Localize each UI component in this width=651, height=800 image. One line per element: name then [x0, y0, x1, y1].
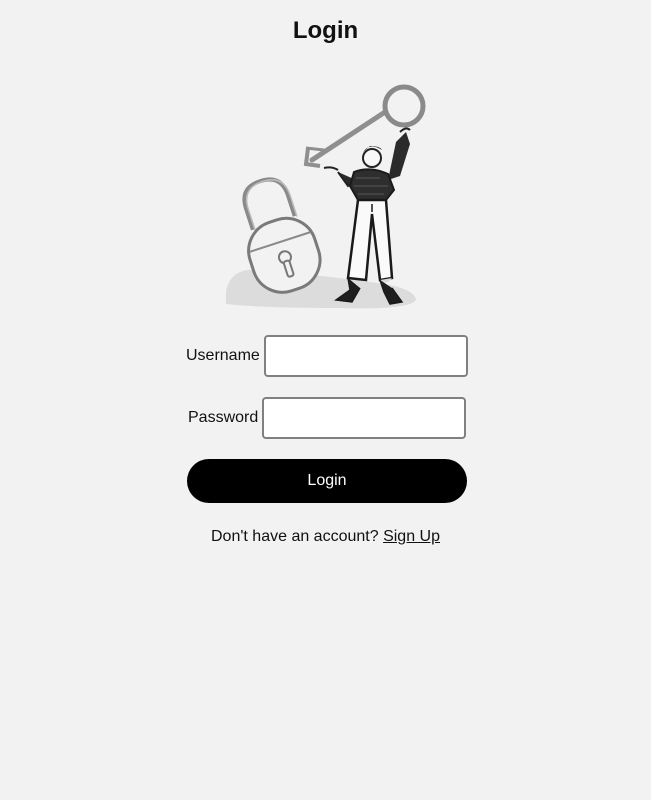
username-row: Username [186, 335, 468, 377]
page-title: Login [292, 17, 359, 44]
password-row: Password [188, 397, 467, 439]
person-figure [323, 127, 411, 305]
username-input[interactable] [263, 335, 468, 377]
signup-prompt-line: Don't have an account? Sign Up [0, 527, 651, 547]
login-illustration-icon [226, 84, 426, 309]
login-page: Login Username Password Login Don't have… [0, 0, 651, 800]
password-label: Password [188, 409, 259, 426]
password-input[interactable] [262, 397, 467, 439]
username-label: Username [186, 347, 260, 364]
signup-prompt-text: Don't have an account? [211, 528, 379, 545]
login-button[interactable]: Login [187, 459, 467, 503]
signup-link[interactable]: Sign Up [383, 528, 440, 545]
